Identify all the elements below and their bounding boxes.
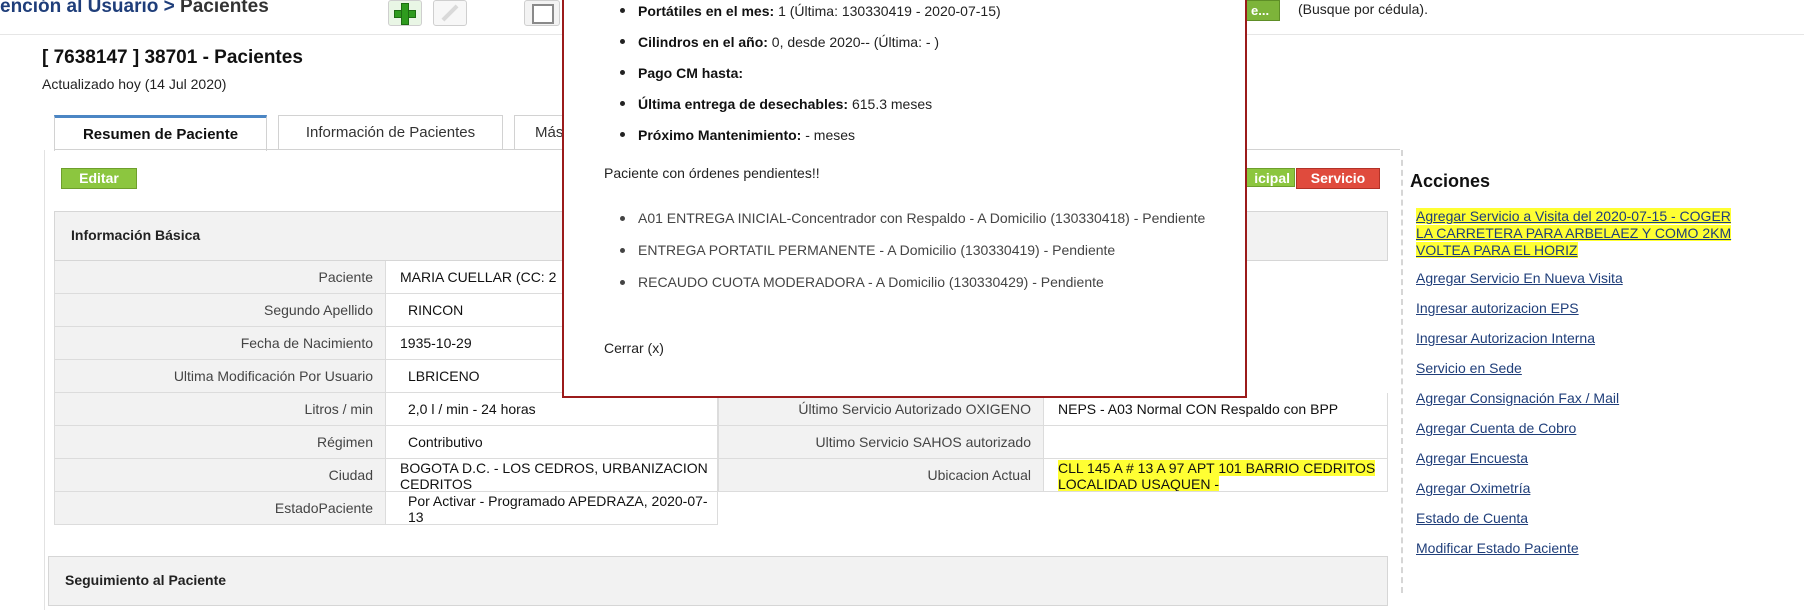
action-link[interactable]: Agregar Encuesta	[1416, 450, 1528, 466]
item-value: 615.3 meses	[851, 96, 933, 112]
tab-informacion-pacientes[interactable]: Información de Pacientes	[278, 115, 503, 150]
basic-info-title: Información Básica	[71, 227, 201, 243]
pending-orders-list: A01 ENTREGA INICIAL-Concentrador con Res…	[598, 205, 1208, 295]
popup-summary-list: Portátiles en el mes: 1 (Última: 1303304…	[598, 0, 1001, 155]
edit-pencil-icon[interactable]	[433, 0, 467, 26]
action-link[interactable]: Agregar Cuenta de Cobro	[1416, 420, 1576, 436]
item-value: - meses	[805, 127, 856, 143]
page-breadcrumb: ención al Usuario > Pacientes	[0, 0, 269, 18]
patient-heading: [ 7638147 ] 38701 - Pacientes	[42, 47, 303, 68]
field-label: Régimen	[54, 426, 386, 458]
breadcrumb-separator: >	[163, 0, 175, 17]
action-link[interactable]: Agregar Oximetría	[1416, 480, 1530, 496]
action-link[interactable]: Modificar Estado Paciente	[1416, 540, 1579, 556]
seguimiento-title: Seguimiento al Paciente	[65, 572, 227, 588]
field-value: BOGOTA D.C. - LOS CEDROS, URBANIZACION C…	[386, 459, 718, 491]
item-value: 1 (Última: 130330419 - 2020-07-15)	[778, 3, 1001, 19]
field-label: Fecha de Nacimiento	[54, 327, 386, 359]
tab-resumen-paciente[interactable]: Resumen de Paciente	[54, 115, 267, 151]
highlighted-location: CLL 145 A # 13 A 97 APT 101 BARRIO CEDRI…	[1058, 460, 1376, 491]
table-row: Régimen Contributivo Ultimo Servicio SAH…	[54, 426, 1388, 459]
field-value: Por Activar - Programado APEDRAZA, 2020-…	[386, 492, 718, 524]
field-label: Ubicacion Actual	[718, 459, 1044, 491]
list-item: Cilindros en el año: 0, desde 2020-- (Úl…	[598, 31, 1001, 62]
item-label: Pago CM hasta:	[638, 65, 744, 81]
item-label: Cilindros en el año:	[638, 34, 768, 50]
window-icon[interactable]	[524, 0, 560, 26]
table-row: EstadoPaciente Por Activar - Programado …	[54, 492, 718, 525]
list-item: Pago CM hasta:	[598, 62, 1001, 93]
item-label: Próximo Mantenimiento:	[638, 127, 802, 143]
field-value	[1044, 426, 1388, 458]
item-label: Última entrega de desechables:	[638, 96, 849, 112]
list-item: Portátiles en el mes: 1 (Última: 1303304…	[598, 0, 1001, 31]
action-link[interactable]: Ingresar autorizacion EPS	[1416, 300, 1579, 316]
field-label: Litros / min	[54, 393, 386, 425]
list-item: Próximo Mantenimiento: - meses	[598, 124, 1001, 155]
panel-divider	[1401, 150, 1403, 593]
field-label: Segundo Apellido	[54, 294, 386, 326]
table-row: Ciudad BOGOTA D.C. - LOS CEDROS, URBANIZ…	[54, 459, 1388, 492]
action-link[interactable]: Agregar Servicio En Nueva Visita	[1416, 270, 1623, 286]
field-label: Paciente	[54, 261, 386, 293]
field-value-location: CLL 145 A # 13 A 97 APT 101 BARRIO CEDRI…	[1044, 459, 1388, 491]
field-label: EstadoPaciente	[54, 492, 386, 524]
order-item: A01 ENTREGA INICIAL-Concentrador con Res…	[598, 205, 1208, 231]
order-item: ENTREGA PORTATIL PERMANENTE - A Domicili…	[598, 237, 1208, 263]
acciones-title: Acciones	[1410, 171, 1491, 191]
pending-orders-note: Paciente con órdenes pendientes!!	[604, 165, 820, 181]
breadcrumb-current: Pacientes	[180, 0, 269, 17]
action-link[interactable]: Ingresar Autorizacion Interna	[1416, 330, 1595, 346]
action-link-agregar-servicio-visita[interactable]: Agregar Servicio a Visita del 2020-07-15…	[1416, 208, 1736, 259]
field-label: Ultimo Servicio SAHOS autorizado	[718, 426, 1044, 458]
field-label: Ciudad	[54, 459, 386, 491]
action-link-label[interactable]: Agregar Servicio a Visita del 2020-07-15…	[1416, 208, 1732, 258]
add-plus-icon[interactable]	[388, 0, 422, 26]
item-label: Portátiles en el mes:	[638, 3, 775, 19]
breadcrumb-parent[interactable]: ención al Usuario	[0, 0, 158, 17]
item-value: 0, desde 2020-- (Última: - )	[771, 34, 940, 50]
action-link[interactable]: Estado de Cuenta	[1416, 510, 1528, 526]
pending-orders-popup: Portátiles en el mes: 1 (Última: 1303304…	[562, 0, 1247, 398]
close-popup-link[interactable]: Cerrar (x)	[604, 340, 664, 356]
updated-text: Actualizado hoy (14 Jul 2020)	[42, 76, 227, 92]
action-link[interactable]: Servicio en Sede	[1416, 360, 1522, 376]
seguimiento-header: Seguimiento al Paciente	[48, 556, 1388, 606]
order-item: RECAUDO CUOTA MODERADORA - A Domicilio (…	[598, 269, 1208, 295]
search-hint: (Busque por cédula).	[1298, 1, 1428, 17]
list-item: Última entrega de desechables: 615.3 mes…	[598, 93, 1001, 124]
servicio-button[interactable]: Servicio	[1296, 168, 1380, 189]
field-label: Ultima Modificación Por Usuario	[54, 360, 386, 392]
field-value: Contributivo	[386, 426, 718, 458]
edit-button[interactable]: Editar	[61, 168, 137, 189]
action-link[interactable]: Agregar Consignación Fax / Mail	[1416, 390, 1619, 406]
